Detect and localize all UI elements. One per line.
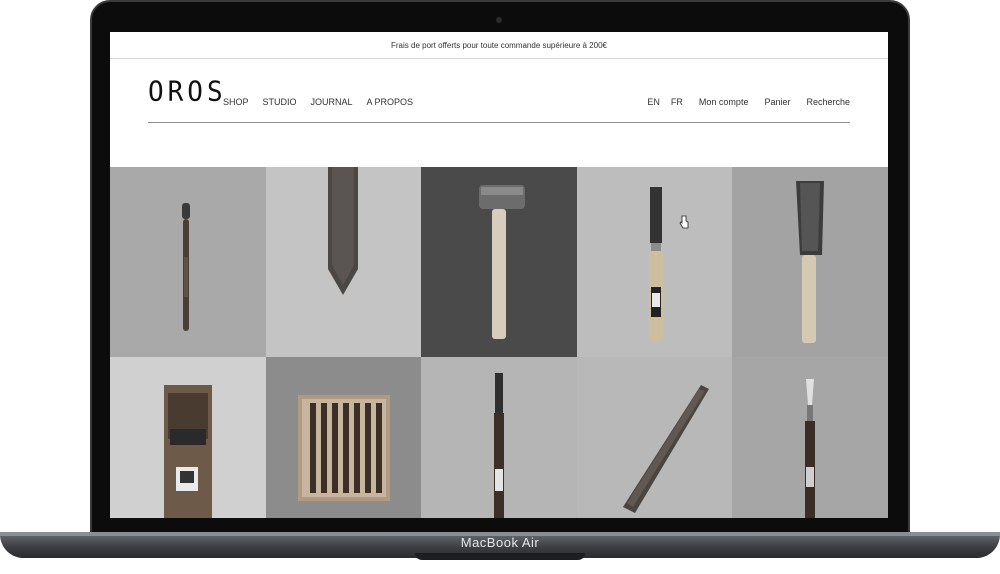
- promo-bar: Frais de port offerts pour toute command…: [110, 32, 888, 59]
- lang-en[interactable]: EN: [647, 97, 660, 107]
- nav-shop[interactable]: SHOP: [223, 97, 249, 107]
- long-chisel-icon: [494, 373, 505, 518]
- product-tile[interactable]: [732, 357, 888, 518]
- product-tile[interactable]: [576, 357, 733, 518]
- nav-a-propos[interactable]: A PROPOS: [367, 97, 414, 107]
- product-tile[interactable]: [732, 167, 888, 357]
- promo-text: Frais de port offerts pour toute command…: [391, 40, 607, 50]
- cart-link[interactable]: Panier: [764, 97, 790, 107]
- account-link[interactable]: Mon compte: [699, 97, 749, 107]
- browser-screen: Frais de port offerts pour toute command…: [110, 32, 888, 518]
- product-tile[interactable]: [265, 167, 422, 357]
- hand-plane-icon: [164, 385, 212, 518]
- nav-studio[interactable]: STUDIO: [263, 97, 297, 107]
- nav-journal[interactable]: JOURNAL: [311, 97, 353, 107]
- language-switcher: EN FR: [647, 97, 683, 107]
- knife-blade-icon: [327, 167, 358, 295]
- hand-pointer-icon: [679, 215, 689, 229]
- device-model-label: MacBook Air: [460, 535, 540, 550]
- carving-tool-icon: [182, 203, 190, 331]
- site-logo[interactable]: OROS: [148, 76, 227, 108]
- webcam-icon: [496, 17, 502, 23]
- product-tile[interactable]: [110, 357, 266, 518]
- hammer-icon: [479, 185, 526, 339]
- saw-icon: [796, 181, 825, 343]
- chisel-set-icon: [297, 395, 390, 501]
- product-tile[interactable]: [421, 357, 577, 518]
- search-link[interactable]: Recherche: [806, 97, 850, 107]
- marking-knife-icon: [622, 385, 709, 513]
- main-nav: SHOP STUDIO JOURNAL A PROPOS: [223, 97, 413, 107]
- utility-nav: EN FR Mon compte Panier Recherche: [647, 97, 850, 107]
- skew-chisel-icon: [805, 379, 816, 518]
- product-grid: [110, 167, 888, 518]
- product-tile[interactable]: [576, 167, 733, 357]
- product-tile[interactable]: [421, 167, 577, 357]
- lang-fr[interactable]: FR: [671, 97, 683, 107]
- chisel-icon: [648, 187, 663, 341]
- laptop-hinge-notch: [415, 553, 585, 560]
- product-tile[interactable]: [110, 167, 266, 357]
- product-tile[interactable]: [265, 357, 422, 518]
- site-header: OROS SHOP STUDIO JOURNAL A PROPOS EN FR …: [148, 59, 850, 123]
